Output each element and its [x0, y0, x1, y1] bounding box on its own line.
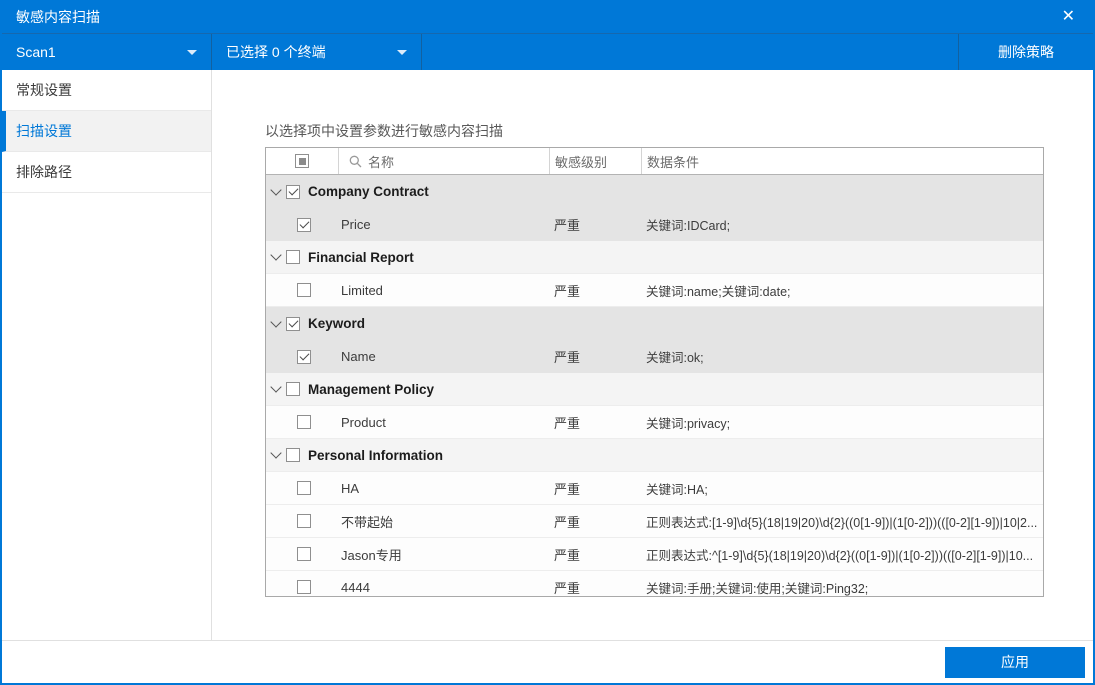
select-all-checkbox[interactable]	[295, 154, 309, 168]
item-condition: 正则表达式:[1-9]\d{5}(18|19|20)\d{2}((0[1-9])…	[646, 512, 1040, 531]
item-checkbox[interactable]	[297, 481, 311, 495]
item-level: 严重	[554, 578, 580, 597]
item-name: Product	[341, 415, 386, 430]
table-body: Company Contract Price 严重 关键词:IDCard; Financ…	[266, 175, 1043, 597]
item-row[interactable]: 不带起始 严重 正则表达式:[1-9]\d{5}(18|19|20)\d{2}((0…	[266, 505, 1043, 538]
item-checkbox[interactable]	[297, 218, 311, 232]
main-panel: 以选择项中设置参数进行敏感内容扫描 名称 敏感级别	[212, 70, 1093, 640]
group-label: Financial Report	[308, 250, 414, 265]
item-checkbox[interactable]	[297, 580, 311, 594]
item-checkbox[interactable]	[297, 514, 311, 528]
footer-bar: 应用	[2, 640, 1093, 683]
item-name: Jason专用	[341, 545, 402, 564]
expand-chevron-icon[interactable]	[270, 184, 281, 195]
item-name: Limited	[341, 283, 383, 298]
group-checkbox[interactable]	[286, 317, 300, 331]
group-label: Keyword	[308, 316, 365, 331]
terminal-dropdown[interactable]: 已选择 0 个终端	[212, 34, 421, 70]
item-level: 严重	[554, 512, 580, 531]
item-name: Name	[341, 349, 376, 364]
item-row[interactable]: Jason专用 严重 正则表达式:^[1-9]\d{5}(18|19|20)\d{2…	[266, 538, 1043, 571]
expand-chevron-icon[interactable]	[270, 316, 281, 327]
chevron-down-icon	[397, 50, 407, 55]
group-checkbox[interactable]	[286, 448, 300, 462]
expand-chevron-icon[interactable]	[270, 381, 281, 392]
item-checkbox[interactable]	[297, 415, 311, 429]
item-row[interactable]: Name 严重 关键词:ok;	[266, 340, 1043, 373]
item-level: 严重	[554, 479, 580, 498]
group-row[interactable]: Management Policy	[266, 373, 1043, 406]
item-condition: 关键词:IDCard;	[646, 215, 1040, 234]
item-level: 严重	[554, 215, 580, 234]
terminal-dropdown-value: 已选择 0 个终端	[226, 42, 326, 62]
sidebar-item-label: 排除路径	[16, 162, 72, 182]
expand-chevron-icon[interactable]	[270, 249, 281, 260]
title-bar: 敏感内容扫描 ✕	[2, 0, 1093, 33]
table-caption: 以选择项中设置参数进行敏感内容扫描	[265, 121, 1093, 141]
item-checkbox[interactable]	[297, 350, 311, 364]
group-row[interactable]: Financial Report	[266, 241, 1043, 274]
sidebar: 常规设置扫描设置排除路径	[2, 70, 212, 640]
item-row[interactable]: HA 严重 关键词:HA;	[266, 472, 1043, 505]
rules-table: 名称 敏感级别 数据条件 Company ContractPrice严重关键词:…	[265, 147, 1044, 597]
group-checkbox[interactable]	[286, 185, 300, 199]
item-level: 严重	[554, 281, 580, 300]
item-condition: 关键词:HA;	[646, 479, 1040, 498]
table-header-row: 名称 敏感级别 数据条件	[266, 148, 1043, 175]
sidebar-item-label: 扫描设置	[16, 121, 72, 141]
sidebar-item-label: 常规设置	[16, 80, 72, 100]
policy-dropdown-value: Scan1	[16, 44, 56, 60]
item-name: Price	[341, 217, 371, 232]
group-row[interactable]: Keyword	[266, 307, 1043, 340]
toolbar-spacer	[422, 34, 958, 70]
item-level: 严重	[554, 347, 580, 366]
group-row[interactable]: Personal Information	[266, 439, 1043, 472]
dialog-body: 常规设置扫描设置排除路径 以选择项中设置参数进行敏感内容扫描 名称	[2, 70, 1093, 640]
item-row[interactable]: Price 严重 关键词:IDCard;	[266, 208, 1043, 241]
apply-button[interactable]: 应用	[945, 647, 1085, 678]
toolbar: Scan1 已选择 0 个终端 删除策略	[2, 33, 1093, 70]
header-checkbox-cell	[266, 148, 338, 174]
close-icon[interactable]: ✕	[1058, 7, 1079, 27]
policy-dropdown[interactable]: Scan1	[2, 34, 211, 70]
item-condition: 关键词:privacy;	[646, 413, 1040, 432]
group-label: Management Policy	[308, 382, 434, 397]
item-level: 严重	[554, 545, 580, 564]
header-level-label: 敏感级别	[555, 152, 607, 171]
group-checkbox[interactable]	[286, 250, 300, 264]
item-condition: 关键词:ok;	[646, 347, 1040, 366]
item-level: 严重	[554, 413, 580, 432]
search-icon	[349, 155, 362, 168]
header-level-cell: 敏感级别	[549, 148, 641, 174]
sidebar-item-1[interactable]: 常规设置	[2, 70, 211, 111]
delete-policy-button[interactable]: 删除策略	[959, 34, 1093, 70]
item-name: 4444	[341, 580, 370, 595]
item-condition: 关键词:name;关键词:date;	[646, 281, 1040, 300]
item-name: 不带起始	[341, 512, 393, 531]
group-label: Personal Information	[308, 448, 443, 463]
header-name-cell[interactable]: 名称	[338, 148, 549, 174]
header-name-label: 名称	[368, 152, 394, 171]
sensitive-content-scan-dialog: 敏感内容扫描 ✕ Scan1 已选择 0 个终端 删除策略 常规设置扫描设置排除…	[0, 0, 1095, 685]
item-row[interactable]: Limited 严重 关键词:name;关键词:date;	[266, 274, 1043, 307]
item-condition: 正则表达式:^[1-9]\d{5}(18|19|20)\d{2}((0[1-9]…	[646, 545, 1040, 564]
item-checkbox[interactable]	[297, 283, 311, 297]
item-row[interactable]: 4444 严重 关键词:手册;关键词:使用;关键词:Ping32;	[266, 571, 1043, 597]
group-row[interactable]: Company Contract	[266, 175, 1043, 208]
group-checkbox[interactable]	[286, 382, 300, 396]
header-condition-cell: 数据条件	[641, 148, 1043, 174]
chevron-down-icon	[187, 50, 197, 55]
item-name: HA	[341, 481, 359, 496]
item-condition: 关键词:手册;关键词:使用;关键词:Ping32;	[646, 578, 1040, 597]
sidebar-item-3[interactable]: 排除路径	[2, 152, 211, 193]
header-condition-label: 数据条件	[647, 152, 699, 171]
item-row[interactable]: Product 严重 关键词:privacy;	[266, 406, 1043, 439]
expand-chevron-icon[interactable]	[270, 447, 281, 458]
sidebar-item-2[interactable]: 扫描设置	[2, 111, 211, 152]
item-checkbox[interactable]	[297, 547, 311, 561]
window-title: 敏感内容扫描	[16, 7, 100, 27]
group-label: Company Contract	[308, 184, 429, 199]
